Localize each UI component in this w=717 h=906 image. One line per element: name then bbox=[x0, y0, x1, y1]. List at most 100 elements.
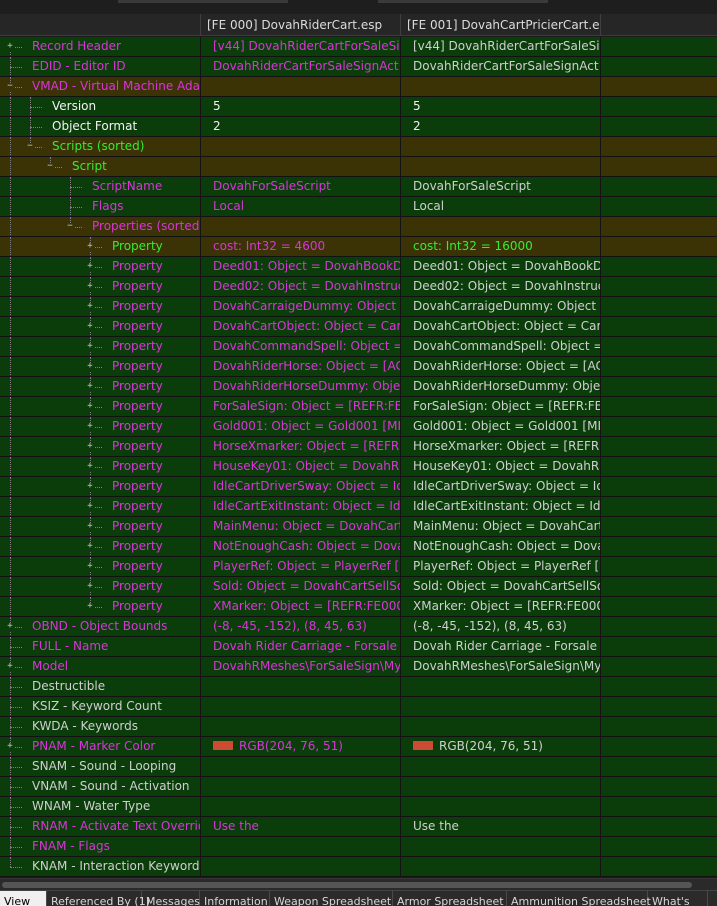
file2-value-cell[interactable]: ForSaleSign: Object = [REFR:FE00... bbox=[400, 397, 600, 416]
tree-row-fnam[interactable]: FNAM - Flags bbox=[0, 837, 717, 857]
tab-ammunition-spreadsheet[interactable]: Ammunition Spreadsheet bbox=[507, 891, 651, 906]
tree-cell[interactable]: Destructible bbox=[0, 677, 200, 696]
file1-value-cell[interactable]: DovahRiderHorseDummy: Objec... bbox=[200, 377, 400, 396]
expand-icon[interactable]: + bbox=[86, 602, 94, 611]
file1-value-cell[interactable]: HouseKey01: Object = DovahRid... bbox=[200, 457, 400, 476]
file2-value-cell[interactable]: 2 bbox=[400, 117, 600, 136]
tree-cell[interactable]: + Property bbox=[0, 277, 200, 296]
scrollbar-thumb[interactable] bbox=[2, 882, 692, 888]
file1-value-cell[interactable]: Local bbox=[200, 197, 400, 216]
file1-value-cell[interactable]: IdleCartExitInstant: Object = Idle... bbox=[200, 497, 400, 516]
tree-cell[interactable]: + Model bbox=[0, 657, 200, 676]
tree-cell[interactable]: FNAM - Flags bbox=[0, 837, 200, 856]
tree-row-ksiz[interactable]: KSIZ - Keyword Count bbox=[0, 697, 717, 717]
file1-value-cell[interactable] bbox=[200, 157, 400, 176]
tree-cell[interactable]: − VMAD - Virtual Machine Ada... bbox=[0, 77, 200, 96]
tree-cell[interactable]: + Property bbox=[0, 417, 200, 436]
tree-cell[interactable]: WNAM - Water Type bbox=[0, 797, 200, 816]
file1-value-cell[interactable]: Dovah Rider Carriage - Forsale bbox=[200, 637, 400, 656]
file2-value-cell[interactable] bbox=[400, 217, 600, 236]
file1-value-cell[interactable]: ForSaleSign: Object = [REFR:FE00... bbox=[200, 397, 400, 416]
tab-view[interactable]: View bbox=[0, 891, 47, 906]
file2-value-cell[interactable]: NotEnoughCash: Object = Dova... bbox=[400, 537, 600, 556]
expand-icon[interactable]: + bbox=[86, 402, 94, 411]
tree-row-record-header[interactable]: + Record Header [v44] DovahRiderCartForSal… bbox=[0, 37, 717, 57]
file1-value-cell[interactable] bbox=[200, 797, 400, 816]
tree-row-script[interactable]: − Script bbox=[0, 157, 717, 177]
file1-value-cell[interactable] bbox=[200, 697, 400, 716]
tree-cell[interactable]: + Property bbox=[0, 257, 200, 276]
tree-row-prop-deed01[interactable]: + Property Deed01: Object = DovahBookDe...… bbox=[0, 257, 717, 277]
file2-value-cell[interactable]: DovahCartObject: Object = Carri... bbox=[400, 317, 600, 336]
expand-icon[interactable]: + bbox=[86, 382, 94, 391]
tree-row-prop-xmarker[interactable]: + Property XMarker: Object = [REFR:FE0001.… bbox=[0, 597, 717, 617]
file1-value-cell[interactable] bbox=[200, 777, 400, 796]
tree-row-version[interactable]: Version 5 5 bbox=[0, 97, 717, 117]
file1-value-cell[interactable]: Deed01: Object = DovahBookDe... bbox=[200, 257, 400, 276]
expand-icon[interactable]: + bbox=[86, 322, 94, 331]
expand-icon[interactable]: + bbox=[6, 662, 14, 671]
tab-information[interactable]: Information bbox=[200, 891, 270, 906]
tree-row-vnam[interactable]: VNAM - Sound - Activation bbox=[0, 777, 717, 797]
file2-value-cell[interactable]: Sold: Object = DovahCartSellSol... bbox=[400, 577, 600, 596]
tree-row-kwda[interactable]: KWDA - Keywords bbox=[0, 717, 717, 737]
file2-value-cell[interactable]: (-8, -45, -152), (8, 45, 63) bbox=[400, 617, 600, 636]
tree-row-prop-forsalesign[interactable]: + Property ForSaleSign: Object = [REFR:FE0… bbox=[0, 397, 717, 417]
file1-value-cell[interactable] bbox=[200, 837, 400, 856]
tree-row-pnam[interactable]: + PNAM - Marker Color RGB(204, 76, 51) RGB(… bbox=[0, 737, 717, 757]
file1-value-cell[interactable]: Sold: Object = DovahCartSellSol... bbox=[200, 577, 400, 596]
tree-cell[interactable]: − Script bbox=[0, 157, 200, 176]
tree-cell[interactable]: Version bbox=[0, 97, 200, 116]
file1-value-cell[interactable]: XMarker: Object = [REFR:FE0001... bbox=[200, 597, 400, 616]
tree-cell[interactable]: + Property bbox=[0, 577, 200, 596]
file1-value-cell[interactable]: 5 bbox=[200, 97, 400, 116]
column-header-name[interactable] bbox=[0, 14, 200, 36]
tab-messages[interactable]: Messages bbox=[142, 891, 200, 906]
tree-cell[interactable]: + Property bbox=[0, 237, 200, 256]
file1-value-cell[interactable]: HorseXmarker: Object = [REFR:F... bbox=[200, 437, 400, 456]
file1-value-cell[interactable] bbox=[200, 857, 400, 876]
expand-icon[interactable]: + bbox=[86, 302, 94, 311]
tab-referenced-by-1[interactable]: Referenced By (1) bbox=[47, 891, 150, 906]
expand-icon[interactable]: + bbox=[86, 442, 94, 451]
tree-cell[interactable]: FULL - Name bbox=[0, 637, 200, 656]
file2-value-cell[interactable]: Deed02: Object = DovahInstructi... bbox=[400, 277, 600, 296]
file1-value-cell[interactable] bbox=[200, 677, 400, 696]
expand-icon[interactable]: + bbox=[86, 422, 94, 431]
tree-row-obnd[interactable]: + OBND - Object Bounds (-8, -45, -152), (8… bbox=[0, 617, 717, 637]
tree-row-model[interactable]: + Model DovahRMeshes\ForSaleSign\My... Dova… bbox=[0, 657, 717, 677]
collapse-icon[interactable]: − bbox=[26, 142, 34, 151]
expand-icon[interactable]: + bbox=[86, 502, 94, 511]
expand-icon[interactable]: + bbox=[86, 482, 94, 491]
file2-value-cell[interactable] bbox=[400, 137, 600, 156]
file2-value-cell[interactable]: DovahRiderCartForSaleSignAct bbox=[400, 57, 600, 76]
tree-row-prop-gold001[interactable]: + Property Gold001: Object = Gold001 [MIS.… bbox=[0, 417, 717, 437]
tree-cell[interactable]: ScriptName bbox=[0, 177, 200, 196]
file2-value-cell[interactable]: Dovah Rider Carriage - Forsale bbox=[400, 637, 600, 656]
file2-value-cell[interactable]: Deed01: Object = DovahBookDe... bbox=[400, 257, 600, 276]
file2-value-cell[interactable] bbox=[400, 697, 600, 716]
tree-row-full[interactable]: FULL - Name Dovah Rider Carriage - Forsal… bbox=[0, 637, 717, 657]
tree-row-prop-sold[interactable]: + Property Sold: Object = DovahCartSellSol… bbox=[0, 577, 717, 597]
tree-cell[interactable]: KSIZ - Keyword Count bbox=[0, 697, 200, 716]
tree-cell[interactable]: VNAM - Sound - Activation bbox=[0, 777, 200, 796]
file2-value-cell[interactable] bbox=[400, 777, 600, 796]
file1-value-cell[interactable] bbox=[200, 217, 400, 236]
file2-value-cell[interactable]: cost: Int32 = 16000 bbox=[400, 237, 600, 256]
tree-cell[interactable]: + Property bbox=[0, 597, 200, 616]
expand-icon[interactable]: + bbox=[86, 262, 94, 271]
tree-cell[interactable]: + Property bbox=[0, 497, 200, 516]
collapse-icon[interactable]: − bbox=[46, 162, 54, 171]
file1-value-cell[interactable] bbox=[200, 717, 400, 736]
tree-row-knam[interactable]: KNAM - Interaction Keyword bbox=[0, 857, 717, 877]
file2-value-cell[interactable]: IdleCartExitInstant: Object = Idle... bbox=[400, 497, 600, 516]
file1-value-cell[interactable]: 2 bbox=[200, 117, 400, 136]
tree-row-edid[interactable]: EDID - Editor ID DovahRiderCartForSaleSig… bbox=[0, 57, 717, 77]
file2-value-cell[interactable]: Gold001: Object = Gold001 [MIS... bbox=[400, 417, 600, 436]
file2-value-cell[interactable]: Use the bbox=[400, 817, 600, 836]
tree-row-rnam[interactable]: RNAM - Activate Text Override Use the Use … bbox=[0, 817, 717, 837]
file1-value-cell[interactable]: DovahRiderHorse: Object = [AC... bbox=[200, 357, 400, 376]
tree-row-vmad[interactable]: − VMAD - Virtual Machine Ada... bbox=[0, 77, 717, 97]
file2-value-cell[interactable] bbox=[400, 757, 600, 776]
tree-row-properties-sorted[interactable]: − Properties (sorted) bbox=[0, 217, 717, 237]
